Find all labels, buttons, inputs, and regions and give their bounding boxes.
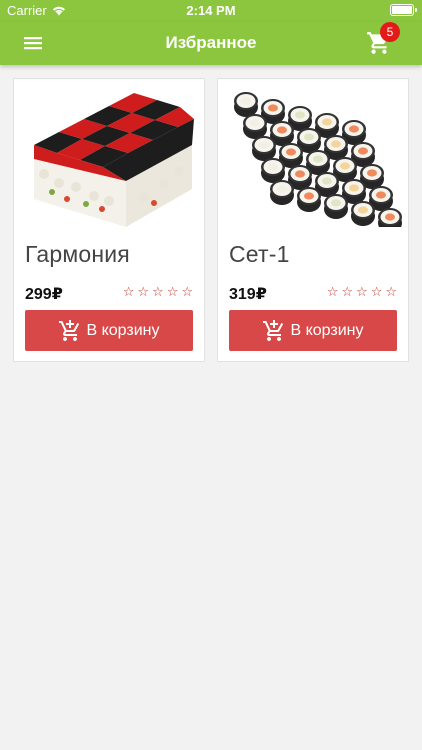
star-outline-icon[interactable]: ☆ [167, 285, 179, 299]
star-outline-icon[interactable]: ☆ [356, 285, 368, 299]
star-outline-icon[interactable]: ☆ [371, 285, 383, 299]
status-bar: Carrier 2:14 PM [0, 0, 422, 22]
battery-icon [390, 4, 417, 16]
product-image-set [234, 92, 402, 227]
product-card[interactable]: Сет-1 319₽ ☆ ☆ ☆ ☆ ☆ В корзину [217, 78, 409, 362]
cart-count-badge: 5 [380, 22, 400, 42]
product-price: 299₽ [25, 286, 63, 303]
product-image-roll [34, 93, 194, 227]
status-time: 2:14 PM [186, 3, 236, 18]
product-name: Гармония [25, 241, 130, 267]
add-to-cart-button[interactable]: В корзину [229, 310, 397, 351]
add-to-cart-icon [59, 319, 80, 341]
nav-bar: Избранное [0, 22, 422, 65]
rating-stars[interactable]: ☆ ☆ ☆ ☆ ☆ [123, 285, 193, 299]
add-to-cart-label: В корзину [86, 321, 160, 339]
product-name: Сет-1 [229, 241, 290, 267]
star-outline-icon[interactable]: ☆ [152, 285, 164, 299]
star-outline-icon[interactable]: ☆ [123, 285, 135, 299]
page-title: Избранное [165, 33, 257, 52]
star-outline-icon[interactable]: ☆ [137, 285, 149, 299]
add-to-cart-button[interactable]: В корзину [25, 310, 193, 351]
product-price: 319₽ [229, 286, 267, 303]
star-outline-icon[interactable]: ☆ [385, 285, 397, 299]
star-outline-icon[interactable]: ☆ [181, 285, 193, 299]
star-outline-icon[interactable]: ☆ [327, 285, 339, 299]
star-outline-icon[interactable]: ☆ [341, 285, 353, 299]
product-card[interactable]: Гармония 299₽ ☆ ☆ ☆ ☆ ☆ В корзину [13, 78, 205, 362]
rating-stars[interactable]: ☆ ☆ ☆ ☆ ☆ [327, 285, 397, 299]
add-to-cart-label: В корзину [290, 321, 364, 339]
add-to-cart-icon [263, 319, 284, 341]
